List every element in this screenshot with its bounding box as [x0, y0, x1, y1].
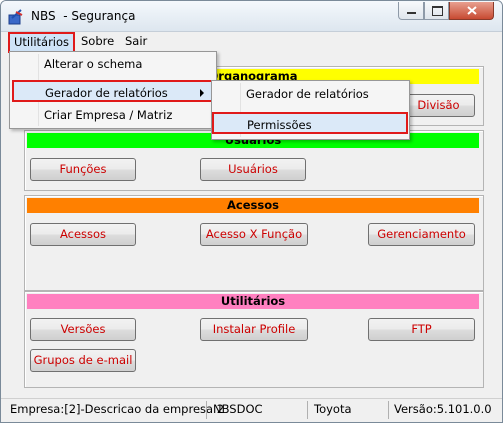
grupos-email-button[interactable]: Grupos de e-mail	[30, 349, 136, 372]
gerenciamento-button[interactable]: Gerenciamento	[368, 223, 475, 246]
utilitarios-dropdown: Alterar o schema Gerador de relatórios C…	[9, 51, 217, 129]
acesso-x-funcao-button[interactable]: Acesso X Função	[200, 223, 308, 246]
window-title: NBS - Segurança	[31, 9, 136, 23]
divisao-button[interactable]: Divisão	[402, 94, 475, 117]
status-bar: Empresa:[2]-Descricao da empresa 2 NBSDO…	[1, 398, 502, 422]
funcoes-button[interactable]: Funções	[30, 158, 136, 181]
submenu-item-gerador-relatorios[interactable]: Gerador de relatórios	[214, 83, 406, 105]
status-empresa: Empresa:[2]-Descricao da empresa 2	[10, 402, 225, 416]
title-bar[interactable]: NBS - Segurança	[1, 1, 502, 32]
menu-item-label: Gerador de relatórios	[45, 86, 168, 100]
submenu-arrow-icon	[200, 89, 204, 97]
close-icon	[467, 6, 477, 15]
status-user: Toyota	[314, 402, 352, 416]
gerador-submenu: Gerador de relatórios Permissões	[211, 80, 410, 140]
maximize-button[interactable]	[424, 2, 449, 20]
close-button[interactable]	[449, 2, 494, 20]
ftp-button[interactable]: FTP	[368, 318, 475, 341]
section-title-acessos: Acessos	[27, 198, 479, 213]
menu-item-alterar-schema[interactable]: Alterar o schema	[12, 53, 212, 75]
section-acessos: Acessos Acessos Acesso X Função Gerencia…	[24, 195, 484, 291]
usuarios-button[interactable]: Usuários	[200, 158, 306, 181]
section-title-utilitarios: Utilitários	[27, 294, 479, 309]
versoes-button[interactable]: Versões	[30, 318, 136, 341]
status-divider	[388, 401, 389, 419]
instalar-profile-button[interactable]: Instalar Profile	[200, 318, 308, 341]
acessos-button[interactable]: Acessos	[30, 223, 136, 246]
menu-bar: Utilitários Sobre Sair	[1, 32, 502, 53]
minimize-button[interactable]	[398, 2, 424, 20]
menu-sobre[interactable]: Sobre	[81, 34, 114, 48]
menu-item-gerador-relatorios[interactable]: Gerador de relatórios	[12, 80, 214, 102]
submenu-item-permissoes[interactable]: Permissões	[212, 112, 408, 134]
status-database: NBSDOC	[213, 402, 263, 416]
minimize-icon	[407, 12, 416, 14]
maximize-icon	[432, 6, 443, 16]
status-version: Versão:5.101.0.0	[394, 402, 492, 416]
menu-sair[interactable]: Sair	[125, 34, 147, 48]
status-divider	[206, 401, 207, 419]
section-utilitarios: Utilitários Versões Instalar Profile FTP…	[24, 291, 484, 388]
app-window: NBS - Segurança Utilitários Sobre Sair O…	[0, 0, 503, 423]
menu-item-criar-empresa[interactable]: Criar Empresa / Matriz	[12, 104, 212, 126]
menu-utilitarios[interactable]: Utilitários	[8, 32, 76, 53]
app-icon	[8, 9, 23, 25]
status-divider	[307, 401, 308, 419]
